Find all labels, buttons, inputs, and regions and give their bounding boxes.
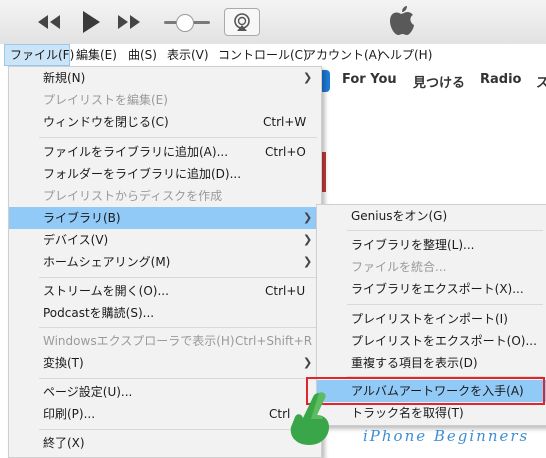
volume-knob[interactable] — [176, 14, 194, 32]
menu-view[interactable]: 表示(V) — [167, 44, 209, 66]
tab-for-you[interactable]: For You — [342, 72, 397, 87]
menu-item-label: ライブラリをエクスポート(X)... — [351, 282, 524, 296]
menu-help[interactable]: ヘルプ(H) — [378, 44, 432, 66]
tab-radio[interactable]: Radio — [480, 72, 521, 87]
submenu-arrow-icon: ❯ — [303, 233, 313, 246]
menu-item-label: 変換(T) — [43, 356, 84, 370]
menu-separator — [39, 137, 317, 138]
tab-store[interactable]: ス — [536, 72, 546, 91]
menu-item-label: Windowsエクスプローラで表示(H) — [43, 334, 235, 348]
submenu-item-import-playlist[interactable]: プレイリストをインポート(I) — [317, 308, 546, 330]
menu-item-label: ホームシェアリング(M) — [43, 255, 171, 269]
menu-item-label: Podcastを購読(S)... — [43, 306, 155, 320]
menu-item-label: デバイス(V) — [43, 233, 109, 247]
menu-item-label: 印刷(P)... — [43, 407, 96, 421]
submenu-arrow-icon: ❯ — [303, 255, 313, 268]
shortcut-label: Ctrl+Shift+R — [235, 334, 313, 348]
submenu-arrow-icon: ❯ — [303, 71, 313, 84]
submenu-item-show-duplicates[interactable]: 重複する項目を表示(D) — [317, 352, 546, 374]
shortcut-label: Ctrl+U — [265, 284, 306, 298]
shortcut-label: Ctrl+O — [265, 145, 306, 159]
menu-item-label: 新規(N) — [43, 71, 86, 85]
menu-item-convert[interactable]: 変換(T) ❯ — [9, 352, 321, 374]
menu-item-devices[interactable]: デバイス(V) ❯ — [9, 229, 321, 251]
menu-item-exit[interactable]: 終了(X) — [9, 432, 321, 454]
tab-browse[interactable]: 見つける — [413, 72, 465, 91]
file-menu: 新規(N) ❯ プレイリストを編集(E) ウィンドウを閉じる(C) Ctrl+W… — [8, 66, 322, 458]
menu-item-label: ライブラリ(B) — [43, 211, 121, 225]
menu-separator — [39, 277, 317, 278]
menu-item-label: ページ設定(U)... — [43, 385, 133, 399]
content-thumbnail — [318, 96, 546, 193]
play-icon[interactable] — [80, 8, 102, 41]
menu-item-label: トラック名を取得(T) — [351, 406, 464, 420]
menu-file[interactable]: ファイル(F) — [4, 44, 74, 66]
menu-item-label: プレイリストを編集(E) — [43, 93, 168, 107]
menu-item-label: プレイリストをインポート(I) — [351, 312, 508, 326]
apple-logo-icon — [386, 4, 416, 38]
nav-tabs: For You 見つける Radio ス — [310, 66, 546, 96]
menu-item-open-stream[interactable]: ストリームを開く(O)... Ctrl+U — [9, 280, 321, 302]
menu-separator — [347, 230, 543, 231]
menu-item-page-setup[interactable]: ページ設定(U)... — [9, 381, 321, 403]
menu-item-label: 終了(X) — [43, 436, 85, 450]
menu-item-home-sharing[interactable]: ホームシェアリング(M) ❯ — [9, 251, 321, 273]
menu-song[interactable]: 曲(S) — [128, 44, 157, 66]
menu-separator — [39, 378, 317, 379]
menu-item-new[interactable]: 新規(N) ❯ — [9, 67, 321, 89]
menu-item-label: ファイルをライブラリに追加(A)... — [43, 145, 229, 159]
airplay-icon[interactable] — [224, 8, 260, 36]
menu-item-burn-disc: プレイリストからディスクを作成 — [9, 185, 321, 207]
menu-item-label: プレイリストをエクスポート(O)... — [351, 334, 537, 348]
pointing-hand-icon — [283, 389, 337, 447]
menu-item-print[interactable]: 印刷(P)... Ctrl — [9, 403, 321, 425]
menu-item-label: Geniusをオン(G) — [351, 209, 448, 223]
menu-item-label: ウィンドウを閉じる(C) — [43, 115, 169, 129]
submenu-item-organize-library[interactable]: ライブラリを整理(L)... — [317, 234, 546, 256]
rewind-icon[interactable] — [36, 10, 62, 39]
menu-bar: ファイル(F) 編集(E) 曲(S) 表示(V) コントロール(C) アカウント… — [0, 44, 546, 67]
fast-forward-icon[interactable] — [116, 10, 142, 39]
menu-item-show-in-explorer: Windowsエクスプローラで表示(H) Ctrl+Shift+R — [9, 330, 321, 352]
menu-item-label: ライブラリを整理(L)... — [351, 238, 475, 252]
menu-separator — [347, 304, 543, 305]
submenu-arrow-icon: ❯ — [303, 356, 313, 369]
submenu-item-export-playlist[interactable]: プレイリストをエクスポート(O)... — [317, 330, 546, 352]
menu-edit[interactable]: 編集(E) — [76, 44, 117, 66]
menu-item-subscribe-podcast[interactable]: Podcastを購読(S)... — [9, 302, 321, 324]
menu-account[interactable]: アカウント(A) — [304, 44, 382, 66]
submenu-item-consolidate: ファイルを統合... — [317, 256, 546, 278]
menu-item-close-window[interactable]: ウィンドウを閉じる(C) Ctrl+W — [9, 111, 321, 133]
menu-item-edit-playlist: プレイリストを編集(E) — [9, 89, 321, 111]
menu-controls[interactable]: コントロール(C) — [218, 44, 308, 66]
menu-item-label: ストリームを開く(O)... — [43, 284, 169, 298]
menu-item-label: ファイルを統合... — [351, 260, 447, 274]
callout-box — [306, 377, 545, 405]
menu-separator — [39, 327, 317, 328]
menu-item-library[interactable]: ライブラリ(B) ❯ — [9, 207, 321, 229]
menu-item-add-file[interactable]: ファイルをライブラリに追加(A)... Ctrl+O — [9, 141, 321, 163]
menu-item-label: フォルダーをライブラリに追加(D)... — [43, 167, 242, 181]
submenu-item-genius[interactable]: Geniusをオン(G) — [317, 205, 546, 227]
shortcut-label: Ctrl+W — [263, 115, 307, 129]
menu-separator — [39, 429, 317, 430]
menu-item-label: 重複する項目を表示(D) — [351, 356, 478, 370]
menu-item-label: プレイリストからディスクを作成 — [43, 189, 223, 203]
menu-item-add-folder[interactable]: フォルダーをライブラリに追加(D)... — [9, 163, 321, 185]
watermark-text: iPhone Beginners — [363, 427, 530, 445]
submenu-item-export-library[interactable]: ライブラリをエクスポート(X)... — [317, 278, 546, 300]
submenu-item-get-track-names[interactable]: トラック名を取得(T) — [317, 402, 546, 424]
player-toolbar — [0, 0, 546, 44]
submenu-arrow-icon: ❯ — [303, 211, 313, 224]
